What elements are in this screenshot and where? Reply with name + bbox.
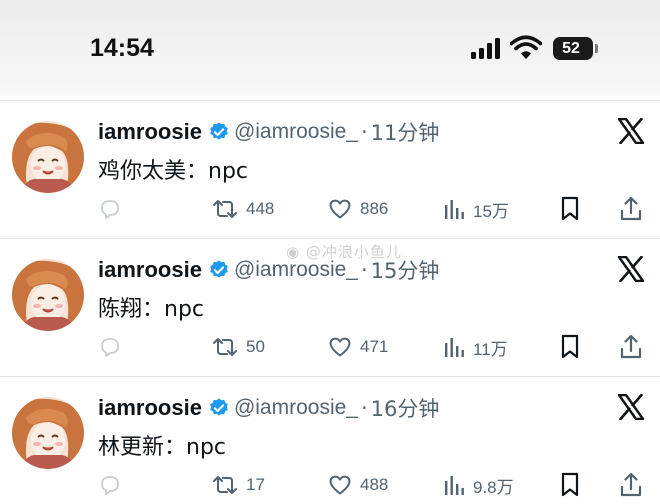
views-icon	[445, 200, 464, 219]
heart-icon	[329, 199, 351, 219]
avatar-image	[12, 397, 84, 469]
bookmark-icon	[561, 334, 579, 359]
status-bar: 14:54 52	[0, 0, 660, 96]
views-button[interactable]: 15万	[443, 193, 509, 225]
share-button[interactable]	[619, 193, 643, 225]
share-button[interactable]	[619, 331, 643, 363]
heart-icon	[329, 337, 351, 357]
bookmark-button[interactable]	[559, 193, 581, 225]
avatar[interactable]	[12, 259, 84, 331]
like-button[interactable]: 488	[328, 469, 388, 501]
watermark: ◉ @冲浪小鱼儿	[286, 241, 402, 262]
views-button[interactable]: 9.8万	[443, 469, 514, 501]
share-icon	[620, 472, 642, 497]
verified-badge-icon	[210, 260, 228, 278]
tweet-text: 鸡你太美：npc	[98, 159, 249, 184]
retweet-count: 448	[246, 199, 275, 218]
reply-button[interactable]	[98, 331, 122, 363]
timestamp[interactable]: 11分钟	[371, 117, 440, 147]
x-logo-icon[interactable]	[617, 256, 645, 282]
retweet-icon	[213, 200, 237, 218]
reply-button[interactable]	[98, 193, 122, 225]
battery-icon: 52	[553, 37, 593, 60]
bookmark-icon	[561, 196, 579, 221]
share-icon	[620, 334, 642, 359]
avatar-image	[12, 259, 84, 331]
bookmark-icon	[561, 472, 579, 497]
signal-icon	[471, 38, 500, 59]
separator-dot: ·	[360, 120, 368, 144]
views-button[interactable]: 11万	[443, 331, 508, 363]
action-bar: 50 471 11万	[0, 331, 660, 363]
wifi-icon	[510, 35, 542, 59]
view-count: 11万	[473, 339, 508, 359]
reply-button[interactable]	[98, 469, 122, 501]
tweet[interactable]: iamroosie @iamroosie_ · 11分钟 鸡你太美：npc 44…	[0, 100, 660, 238]
separator-dot: ·	[360, 396, 368, 420]
x-logo-icon[interactable]	[617, 394, 645, 420]
author-name[interactable]: iamroosie	[98, 119, 202, 145]
share-button[interactable]	[619, 469, 643, 501]
like-count: 471	[360, 337, 389, 356]
like-button[interactable]: 471	[328, 331, 388, 363]
action-bar: 17 488 9.8万	[0, 469, 660, 501]
battery-nub	[595, 44, 598, 53]
like-button[interactable]: 886	[328, 193, 388, 225]
status-time: 14:54	[90, 34, 154, 62]
author-name[interactable]: iamroosie	[98, 395, 202, 421]
avatar[interactable]	[12, 121, 84, 193]
like-count: 488	[360, 475, 389, 494]
retweet-icon	[213, 476, 237, 494]
view-count: 15万	[473, 201, 509, 221]
x-logo-icon[interactable]	[617, 118, 645, 144]
view-count: 9.8万	[473, 477, 514, 497]
tweet[interactable]: iamroosie @iamroosie_ · 16分钟 林更新：npc 17 …	[0, 376, 660, 504]
verified-badge-icon	[210, 398, 228, 416]
retweet-icon	[213, 338, 237, 356]
tweet-text: 林更新：npc	[98, 435, 227, 460]
battery-level: 52	[562, 39, 580, 57]
watermark-text: @冲浪小鱼儿	[305, 243, 402, 261]
bookmark-button[interactable]	[559, 469, 581, 501]
retweet-count: 50	[246, 337, 265, 356]
bookmark-button[interactable]	[559, 331, 581, 363]
verified-badge-icon	[210, 122, 228, 140]
retweet-button[interactable]: 448	[212, 193, 274, 225]
retweet-button[interactable]: 17	[212, 469, 265, 501]
heart-icon	[329, 475, 351, 495]
timestamp[interactable]: 16分钟	[371, 393, 440, 423]
like-count: 886	[360, 199, 389, 218]
retweet-count: 17	[246, 475, 265, 494]
tweet-header: iamroosie @iamroosie_ · 11分钟	[98, 117, 439, 147]
avatar-image	[12, 121, 84, 193]
retweet-button[interactable]: 50	[212, 331, 265, 363]
tweet-header: iamroosie @iamroosie_ · 16分钟	[98, 393, 439, 423]
share-icon	[620, 196, 642, 221]
weibo-icon: ◉	[286, 243, 306, 261]
reply-icon	[101, 200, 119, 219]
author-handle[interactable]: @iamroosie_	[234, 396, 358, 420]
author-name[interactable]: iamroosie	[98, 257, 202, 283]
views-icon	[445, 338, 464, 357]
avatar[interactable]	[12, 397, 84, 469]
author-handle[interactable]: @iamroosie_	[234, 120, 358, 144]
reply-icon	[101, 476, 119, 495]
action-bar: 448 886 15万	[0, 193, 660, 225]
tweet-text: 陈翔：npc	[98, 297, 205, 322]
views-icon	[445, 476, 464, 495]
reply-icon	[101, 338, 119, 357]
